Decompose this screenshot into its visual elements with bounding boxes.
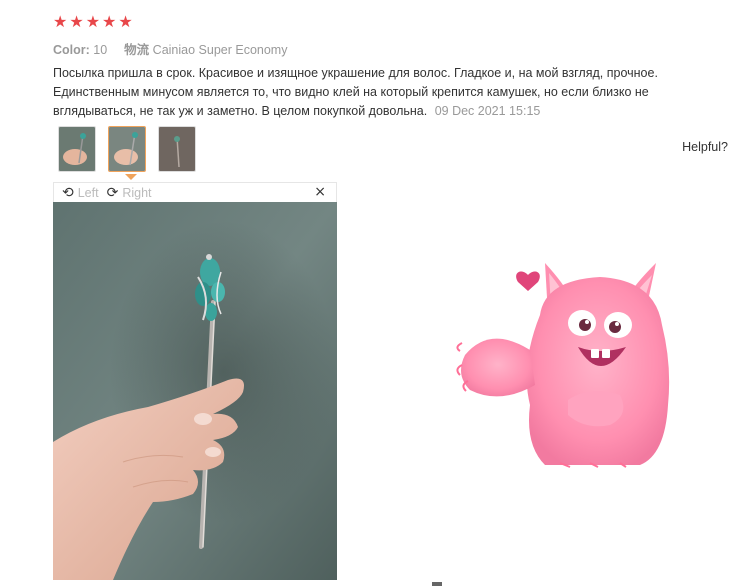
star-icon: ★ bbox=[69, 12, 84, 31]
rotate-left-icon: ⟲ bbox=[62, 184, 74, 201]
thumbnail-1[interactable] bbox=[58, 126, 96, 172]
thumbnail-3[interactable] bbox=[158, 126, 196, 172]
color-value: 10 bbox=[93, 43, 108, 57]
rotate-right-button[interactable]: ⟳ Right bbox=[107, 185, 152, 201]
star-icon: ★ bbox=[118, 12, 133, 31]
rotate-right-icon: ⟳ bbox=[106, 184, 119, 201]
star-icon: ★ bbox=[53, 12, 68, 31]
review-text: Посылка пришла в срок. Красивое и изящно… bbox=[53, 64, 725, 121]
photo-thumbnails bbox=[58, 126, 196, 172]
shipping-value: Cainiao Super Economy bbox=[152, 43, 288, 57]
close-icon[interactable]: × bbox=[314, 184, 326, 200]
active-thumb-indicator bbox=[125, 174, 137, 180]
review-meta: Color: 10 物流 Cainiao Super Economy bbox=[53, 39, 287, 58]
rotate-right-label: Right bbox=[122, 185, 152, 200]
rotate-left-label: Left bbox=[77, 185, 99, 200]
thumbnail-2[interactable] bbox=[108, 126, 146, 172]
review-photo-large bbox=[53, 202, 337, 580]
shipping-label: 物流 bbox=[124, 43, 150, 57]
rating-stars: ★ ★ ★ ★ ★ bbox=[53, 13, 133, 31]
image-viewer-toolbar: ⟲ Left ⟳ Right × bbox=[53, 182, 337, 202]
review-body: Посылка пришла в срок. Красивое и изящно… bbox=[53, 66, 658, 118]
divider-mark bbox=[432, 582, 442, 586]
rotate-left-button[interactable]: ⟲ Left bbox=[62, 185, 99, 201]
helpful-button[interactable]: Helpful? bbox=[682, 140, 728, 154]
monster-sticker bbox=[450, 255, 675, 470]
review-date: 09 Dec 2021 15:15 bbox=[434, 104, 541, 118]
color-label: Color: bbox=[53, 43, 90, 57]
star-icon: ★ bbox=[85, 12, 101, 31]
star-icon: ★ bbox=[102, 12, 117, 31]
